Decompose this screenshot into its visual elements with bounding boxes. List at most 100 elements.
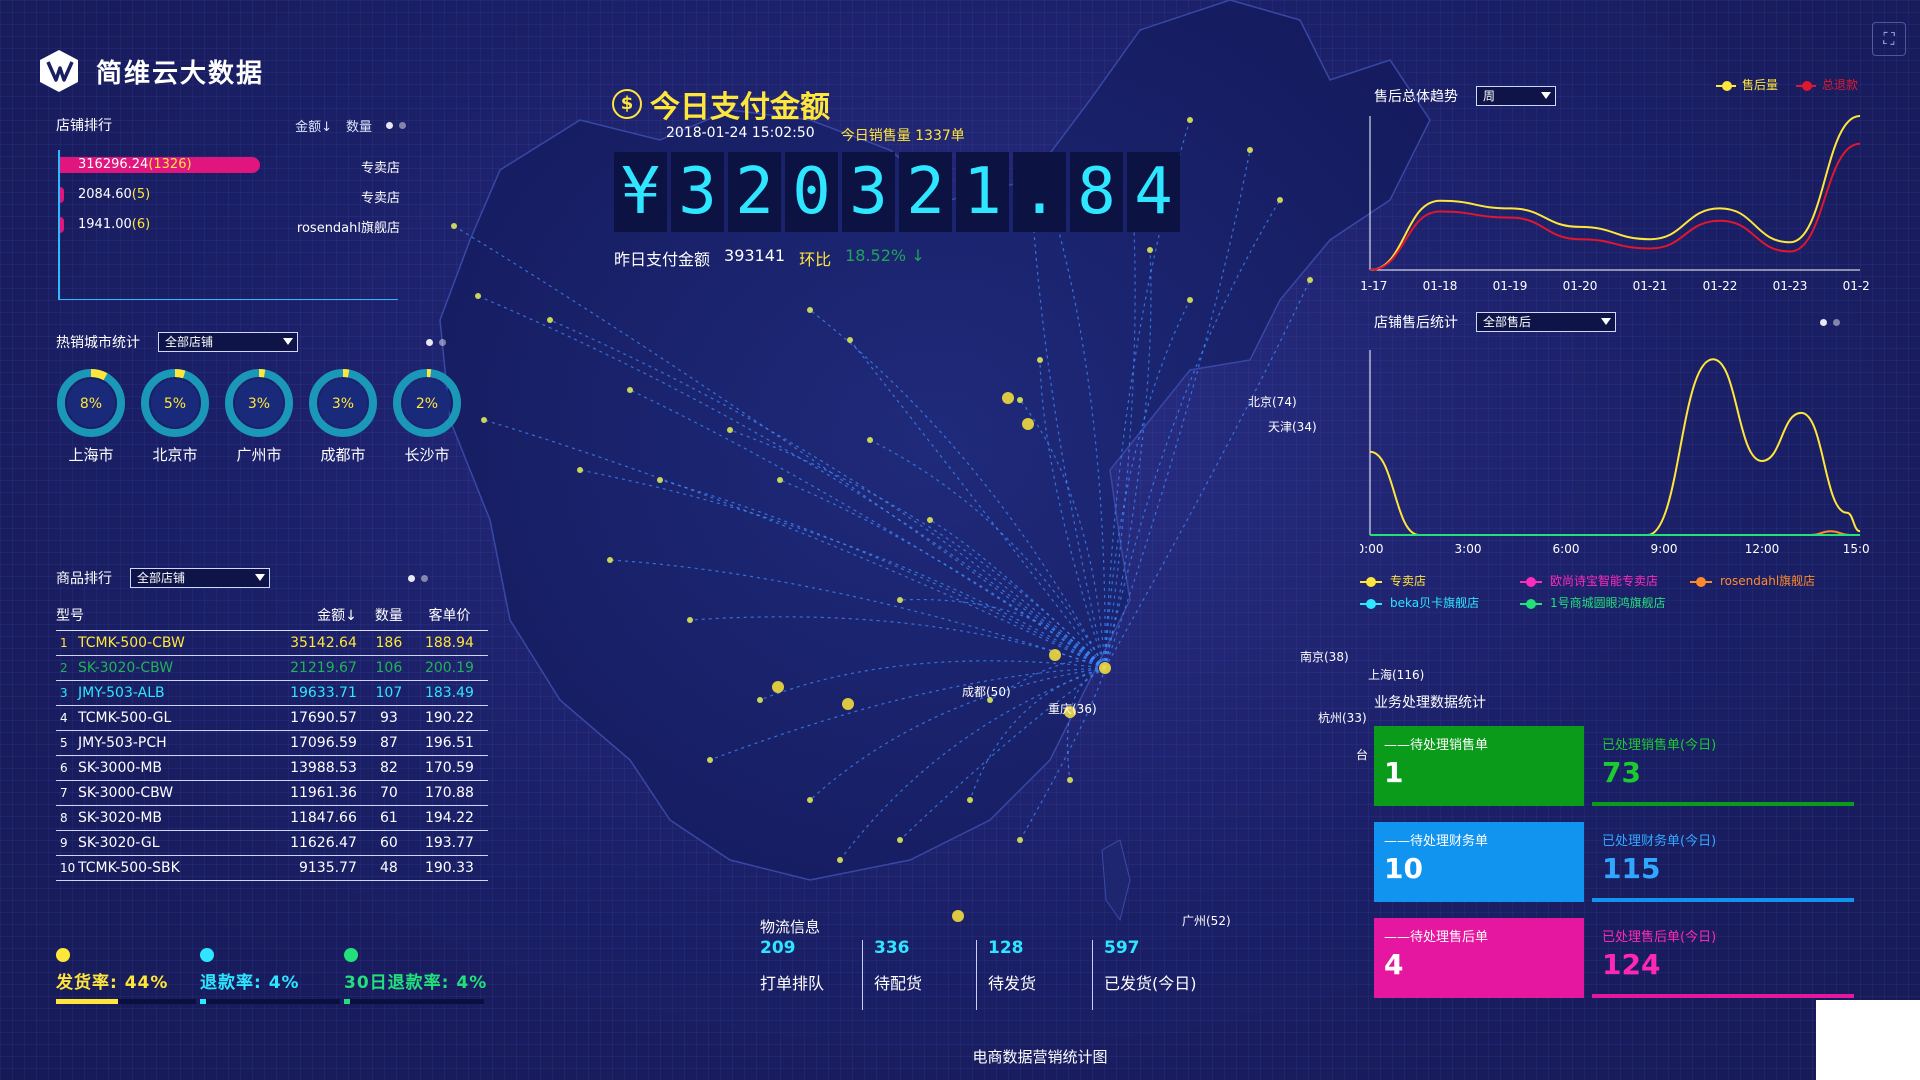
cell-qty: 82 xyxy=(366,755,411,781)
table-row[interactable]: 8 SK-3020-MB 11847.66 61 194.22 xyxy=(56,805,488,831)
cell-unit: 196.51 xyxy=(410,730,488,756)
rate-shipping: 发货率: 44% xyxy=(56,948,196,1008)
product-rows: 1 TCMK-500-CBW 35142.64 186 188.94 2 SK-3020-C… xyxy=(56,630,488,881)
pager-dot[interactable] xyxy=(439,338,446,346)
footer-caption: 电商数据营销统计图 xyxy=(972,1048,1108,1066)
yesterday-value: 393141 xyxy=(724,246,786,265)
trend-legend: 售后量 总退款 xyxy=(1715,76,1858,93)
table-row[interactable]: 6 SK-3000-MB 13988.53 82 170.59 xyxy=(56,755,488,781)
cell-idx: 1 xyxy=(56,630,78,656)
col-qty[interactable]: 数量 xyxy=(366,600,411,631)
pending-value: 1 xyxy=(1384,756,1404,789)
legend-item[interactable]: rosendahl旗舰店 xyxy=(1690,572,1815,589)
legend-item[interactable]: 1号商城圆眼鸿旗舰店 xyxy=(1520,594,1666,611)
fullscreen-icon[interactable]: ⛶ xyxy=(1872,22,1906,56)
pager-dots[interactable] xyxy=(386,121,406,129)
x-tick-label: 01-20 xyxy=(1563,279,1598,293)
payment-digit: 2 xyxy=(728,152,781,232)
cell-amount: 11626.47 xyxy=(246,830,367,856)
pager-dot[interactable] xyxy=(408,574,415,582)
sort-count-button[interactable]: 数量 xyxy=(346,116,372,135)
ring-pct: 2% xyxy=(416,396,438,412)
x-tick-label: 9:00 xyxy=(1651,542,1678,556)
hot-cities-panel: 热销城市统计 全部店铺 8% 上海市 5% 北京市 3% 广州市 3% 成都市 2% 长沙市 xyxy=(56,330,476,480)
table-row[interactable]: 2 SK-3020-CBW 21219.67 106 200.19 xyxy=(56,655,488,681)
rate-label: 发货率: 44% xyxy=(56,973,169,993)
done-value: 124 xyxy=(1602,948,1661,981)
legend-item[interactable]: 专卖店 xyxy=(1360,572,1426,589)
legend-item[interactable]: beka贝卡旗舰店 xyxy=(1360,594,1479,611)
rate-dot xyxy=(56,948,70,962)
pager-dot[interactable] xyxy=(399,121,406,129)
col-unit-price[interactable]: 客单价 xyxy=(410,600,488,631)
x-tick-label: 01-21 xyxy=(1633,279,1668,293)
done-card: 已处理财务单(今日) 115 xyxy=(1592,822,1854,902)
pager-dot[interactable] xyxy=(1820,318,1827,326)
rate-30d-refund: 30日退款率: 4% xyxy=(344,948,487,1008)
pager-dots[interactable] xyxy=(426,338,446,346)
store-rank-panel: 店铺排行 金额↓ 数量 316296.24(1326) 专卖店 2084.60(… xyxy=(56,114,406,304)
city-label-chongqing: 重庆(36) xyxy=(1048,702,1097,716)
ring-city-label: 长沙市 xyxy=(404,446,450,464)
table-row[interactable]: 1 TCMK-500-CBW 35142.64 186 188.94 xyxy=(56,630,488,656)
rate-dot xyxy=(200,948,214,962)
pending-card[interactable]: ——待处理财务单 10 xyxy=(1374,822,1584,902)
trend-title: 售后总体趋势 xyxy=(1374,89,1458,105)
done-underline xyxy=(1592,994,1854,998)
dollar-coin-icon: $ xyxy=(612,89,642,119)
pending-value: 10 xyxy=(1384,852,1423,885)
aftersales-type-select[interactable]: 全部售后 xyxy=(1476,312,1616,332)
city-label-nanjing: 南京(38) xyxy=(1300,650,1349,664)
store-rank-title: 店铺排行 xyxy=(56,118,112,134)
pending-card[interactable]: ——待处理售后单 4 xyxy=(1374,918,1584,998)
product-store-select[interactable]: 全部店铺 xyxy=(130,568,270,588)
cell-unit: 190.22 xyxy=(410,705,488,731)
table-row[interactable]: 5 JMY-503-PCH 17096.59 87 196.51 xyxy=(56,730,488,756)
legend-item[interactable]: 总退款 xyxy=(1795,76,1858,93)
series-line-0 xyxy=(1369,115,1861,271)
table-row[interactable]: 4 TCMK-500-GL 17690.57 93 190.22 xyxy=(56,705,488,731)
pager-dots[interactable] xyxy=(408,574,428,582)
cell-unit: 170.59 xyxy=(410,755,488,781)
cell-qty: 87 xyxy=(366,730,411,756)
table-row[interactable]: 7 SK-3000-CBW 11961.36 70 170.88 xyxy=(56,780,488,806)
ring-pct: 5% xyxy=(164,396,186,412)
pending-card[interactable]: ——待处理销售单 1 xyxy=(1374,726,1584,806)
business-row: ——待处理销售单 1 已处理销售单(今日) 73 xyxy=(1374,726,1854,806)
col-amount[interactable]: 金额↓ xyxy=(246,600,367,631)
cell-idx: 8 xyxy=(56,805,78,831)
table-row[interactable]: 10 TCMK-500-SBK 9135.77 48 190.33 xyxy=(56,855,488,881)
pending-value: 4 xyxy=(1384,948,1404,981)
pager-dot[interactable] xyxy=(426,338,433,346)
pager-dot[interactable] xyxy=(386,121,393,129)
pager-dots[interactable] xyxy=(1820,318,1840,326)
legend-item[interactable]: 售后量 xyxy=(1715,76,1778,93)
sort-amount-button[interactable]: 金额↓ xyxy=(295,116,332,135)
cell-amount: 17096.59 xyxy=(246,730,367,756)
logistics-item: 336 待配货 xyxy=(874,938,923,993)
cell-idx: 6 xyxy=(56,755,78,781)
rate-track xyxy=(56,999,196,1004)
logistics-item: 597 已发货(今日) xyxy=(1104,938,1197,993)
payment-digit: 4 xyxy=(1127,152,1180,232)
ring-city-label: 成都市 xyxy=(320,446,366,464)
x-tick-label: 15:00 xyxy=(1843,542,1870,556)
hot-cities-store-select[interactable]: 全部店铺 xyxy=(158,332,298,352)
col-model[interactable]: 型号 xyxy=(56,600,247,631)
yesterday-payment: 昨日支付金额 393141 环比 18.52% ↓ xyxy=(614,246,925,270)
done-value: 115 xyxy=(1602,852,1661,885)
trend-period-select[interactable]: 周 xyxy=(1476,86,1556,106)
store-amount: 1941.00(6) xyxy=(78,217,151,232)
rate-fill xyxy=(344,999,350,1004)
legend-item[interactable]: 欧尚诗宝智能专卖店 xyxy=(1520,572,1658,589)
done-underline xyxy=(1592,898,1854,902)
pager-dot[interactable] xyxy=(1833,318,1840,326)
table-row[interactable]: 9 SK-3020-GL 11626.47 60 193.77 xyxy=(56,830,488,856)
cell-idx: 7 xyxy=(56,780,78,806)
pager-dot[interactable] xyxy=(421,574,428,582)
cell-model: TCMK-500-SBK xyxy=(78,855,247,881)
table-row[interactable]: 3 JMY-503-ALB 19633.71 107 183.49 xyxy=(56,680,488,706)
city-ring: 8% 上海市 xyxy=(56,368,126,465)
today-sales-count: 今日销售量 1337单 xyxy=(840,128,965,144)
store-row: 316296.24(1326) 专卖店 xyxy=(60,154,400,176)
